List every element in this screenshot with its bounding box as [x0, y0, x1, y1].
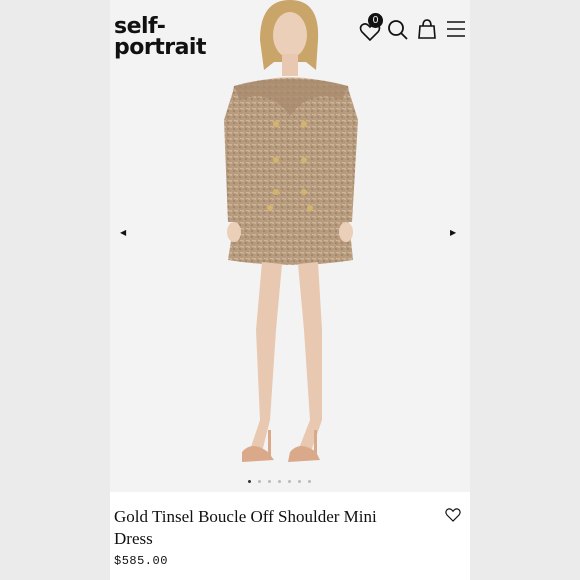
gallery-dot[interactable] — [288, 480, 291, 483]
wishlist-count-badge: 0 — [368, 13, 383, 28]
search-icon[interactable] — [386, 17, 410, 43]
product-image — [224, 0, 358, 462]
menu-icon[interactable] — [444, 16, 468, 42]
product-info: Gold Tinsel Boucle Off Shoulder Mini Dre… — [110, 492, 470, 580]
brand-logo[interactable]: self- portrait — [114, 14, 206, 60]
product-gallery[interactable]: self- portrait 0 ◀ ▶ — [110, 0, 470, 492]
product-title: Gold Tinsel Boucle Off Shoulder Mini Dre… — [114, 507, 377, 548]
gallery-dot[interactable] — [298, 480, 301, 483]
brand-logo-line1: self- — [114, 14, 166, 39]
gallery-dot[interactable] — [268, 480, 271, 483]
add-to-wishlist-icon[interactable] — [444, 506, 462, 524]
product-price: $585.00 — [114, 554, 168, 568]
product-page: self- portrait 0 ◀ ▶ Gold Tinsel Boucle … — [110, 0, 470, 580]
gallery-prev-arrow[interactable]: ◀ — [120, 228, 126, 237]
brand-logo-line2: portrait — [114, 35, 206, 60]
gallery-pagination — [248, 480, 328, 484]
gallery-dot[interactable] — [308, 480, 311, 483]
shopping-bag-icon[interactable] — [415, 16, 439, 42]
gallery-dot[interactable] — [248, 480, 251, 483]
gallery-dot[interactable] — [258, 480, 261, 483]
gallery-next-arrow[interactable]: ▶ — [450, 228, 456, 237]
gallery-dot[interactable] — [278, 480, 281, 483]
